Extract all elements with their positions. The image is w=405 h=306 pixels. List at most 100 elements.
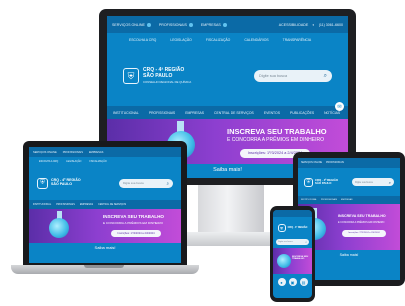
chat-icon[interactable]: ✉ — [335, 102, 344, 111]
menu-item[interactable]: INSTITUCIONAL — [301, 199, 317, 201]
menu-item[interactable]: CENTRAL DE SERVIÇOS — [98, 203, 126, 206]
search-icon[interactable]: ⌕ — [389, 180, 391, 185]
topbar-item-label[interactable]: EMPRESAS — [89, 151, 103, 154]
logo-line2: SÃO PAULO — [143, 72, 173, 79]
menu-item[interactable]: PROFISSIONAIS — [149, 111, 175, 115]
topbar-dot-icon — [188, 22, 193, 27]
menu-item[interactable]: EMPRESAS — [185, 111, 204, 115]
menu-item[interactable]: EMPRESAS — [80, 203, 93, 206]
desktop-header: ⛨ CRQ - 4ª REGIÃO SÃO PAULO CONSELHO REG… — [107, 46, 348, 106]
monitor-stand-base — [180, 232, 280, 246]
search-icon[interactable]: ⌕ — [324, 73, 327, 80]
logo-line1: CRQ - 4ª REGIÃO — [287, 225, 308, 229]
search-input[interactable]: Digite sua busca ⌕ — [276, 239, 309, 245]
subnav-item[interactable]: TRANSPARÊNCIA — [283, 38, 312, 42]
topbar-item-empresas[interactable]: EMPRESAS — [200, 22, 227, 27]
device-mockup-stage: SERVIÇOS ONLINE PROFISSIONAIS EMPRESAS A… — [0, 0, 405, 306]
search-placeholder: Digite sua busca — [278, 241, 293, 243]
flask-icon — [277, 254, 291, 268]
banner-cta-button[interactable]: Inscrições: 1º/3/2024 a 2/4/2024 — [111, 230, 161, 237]
search-icon[interactable]: ⌕ — [305, 240, 307, 244]
site-logo[interactable]: ⛨ CRQ - 4ª REGIÃO — [277, 224, 308, 232]
topbar-item-profissionais[interactable]: PROFISSIONAIS — [158, 22, 193, 27]
site-logo[interactable]: ⛨ CRQ - 4ª REGIÃO SÃO PAULO — [304, 177, 338, 187]
laptop-notch — [84, 265, 124, 268]
search-input[interactable]: Digite sua busca ⌕ — [119, 178, 173, 188]
subnav-item[interactable]: ESCOLHA A CRQ — [39, 160, 58, 163]
saiba-mais-link[interactable]: Saiba mais! — [29, 243, 181, 253]
topbar-item-label[interactable]: PROFISSIONAIS — [326, 162, 344, 164]
smartphone: ⛨ CRQ - 4ª REGIÃO Digite sua busca ⌕ INS… — [270, 206, 315, 302]
accessibility-link[interactable]: ACESSIBILIDADE — [279, 23, 309, 27]
menu-item[interactable]: INSTITUCIONAL — [33, 203, 51, 206]
logo-line2: SÃO PAULO — [315, 181, 332, 185]
logo-tagline: CONSELHO REGIONAL DE QUÍMICA — [143, 79, 192, 84]
building-icon[interactable]: ▣ — [288, 278, 297, 286]
laptop-main-menu: INSTITUCIONAL PROFISSIONAIS EMPRESAS CEN… — [29, 200, 181, 209]
topbar-dot-icon — [146, 22, 151, 27]
menu-item[interactable]: INSTITUCIONAL — [113, 111, 139, 115]
shield-logo-icon: ⛨ — [123, 68, 139, 84]
person-icon[interactable]: ● — [277, 278, 286, 286]
search-input[interactable]: Digite sua busca ⌕ — [352, 178, 394, 186]
menu-item[interactable]: PUBLICAÇÕES — [290, 111, 314, 115]
topbar-item-label[interactable]: SERVIÇOS ONLINE — [33, 151, 57, 154]
banner-title: INSCREVA SEU TRABALHO — [103, 214, 164, 219]
document-icon[interactable]: ▤ — [299, 278, 308, 286]
menu-item[interactable]: NOTÍCIAS — [324, 111, 340, 115]
banner-title: INSCREVA SEU TRABALHO — [338, 214, 386, 218]
shield-logo-icon: ⛨ — [37, 177, 48, 189]
logo-line2: SÃO PAULO — [51, 182, 73, 186]
phone-header: ⛨ CRQ - 4ª REGIÃO — [273, 217, 312, 239]
laptop-screen: SERVIÇOS ONLINE PROFISSIONAIS EMPRESAS E… — [29, 147, 181, 263]
subnav-item[interactable]: FISCALIZAÇÃO — [89, 160, 106, 163]
shield-logo-icon: ⛨ — [304, 177, 313, 187]
menu-item[interactable]: PROFISSIONAIS — [321, 199, 337, 201]
topbar-item-label: PROFISSIONAIS — [158, 22, 187, 27]
menu-item[interactable]: PROFISSIONAIS — [56, 203, 75, 206]
subnav-item[interactable]: LEGISLAÇÃO — [66, 160, 81, 163]
topbar-item-label: SERVIÇOS ONLINE — [112, 22, 145, 27]
banner-subtitle: E CONCORRA A PRÊMIOS EM DINHEIRO — [338, 221, 385, 224]
desktop-main-menu: INSTITUCIONAL PROFISSIONAIS EMPRESAS CEN… — [107, 106, 348, 119]
topbar-item-label[interactable]: PROFISSIONAIS — [63, 151, 83, 154]
search-icon[interactable]: ⌕ — [166, 181, 169, 186]
monitor-stand-neck — [198, 185, 264, 235]
banner-title: INSCREVA SEU TRABALHO — [292, 256, 309, 261]
site-logo[interactable]: ⛨ CRQ - 4ª REGIÃO SÃO PAULO — [37, 177, 81, 189]
laptop-hero-banner[interactable]: INSCREVA SEU TRABALHO E CONCORRA A PRÊMI… — [29, 209, 181, 243]
phone-topbar — [273, 210, 312, 217]
desktop-subnav: ESCOLHA A CRQ LEGISLAÇÃO FISCALIZAÇÃO CA… — [107, 33, 348, 46]
laptop-header: ⛨ CRQ - 4ª REGIÃO SÃO PAULO Digite sua b… — [29, 166, 181, 200]
menu-item[interactable]: EVENTOS — [264, 111, 280, 115]
contrast-icon[interactable]: ◐ — [312, 22, 314, 27]
topbar-item-label[interactable]: SERVIÇOS ONLINE — [301, 162, 322, 164]
site-logo[interactable]: ⛨ CRQ - 4ª REGIÃO SÃO PAULO CONSELHO REG… — [123, 67, 192, 84]
phone-hero-banner[interactable]: INSCREVA SEU TRABALHO — [273, 248, 312, 274]
search-input[interactable]: Digite sua busca ⌕ — [254, 70, 332, 82]
laptop-subnav: ESCOLHA A CRQ LEGISLAÇÃO FISCALIZAÇÃO — [29, 157, 181, 166]
desktop-topbar: SERVIÇOS ONLINE PROFISSIONAIS EMPRESAS A… — [107, 16, 348, 33]
menu-item[interactable]: CENTRAL DE SERVIÇOS — [214, 111, 254, 115]
topbar-item-servicos[interactable]: SERVIÇOS ONLINE — [112, 22, 151, 27]
subnav-item[interactable]: ESCOLHA A CRQ — [129, 38, 156, 42]
phone-number: (11) 3061-6600 — [318, 22, 343, 27]
tablet-header: ⛨ CRQ - 4ª REGIÃO SÃO PAULO Digite sua b… — [298, 168, 400, 196]
banner-title: INSCREVA SEU TRABALHO — [227, 127, 327, 136]
banner-subtitle: E CONCORRA A PRÊMIOS EM DINHEIRO — [103, 221, 163, 225]
shield-logo-icon: ⛨ — [277, 224, 286, 232]
tablet-main-menu: INSTITUCIONAL PROFISSIONAIS EMPRESAS — [298, 196, 400, 204]
search-placeholder: Digite sua busca — [123, 181, 144, 185]
phone-screen: ⛨ CRQ - 4ª REGIÃO Digite sua busca ⌕ INS… — [273, 210, 312, 298]
laptop: SERVIÇOS ONLINE PROFISSIONAIS EMPRESAS E… — [23, 141, 187, 265]
topbar-dot-icon — [222, 22, 227, 27]
tablet-topbar: SERVIÇOS ONLINE PROFISSIONAIS — [298, 158, 400, 168]
menu-item[interactable]: EMPRESAS — [341, 199, 353, 201]
subnav-item[interactable]: FISCALIZAÇÃO — [206, 38, 231, 42]
topbar-item-label: EMPRESAS — [200, 22, 221, 27]
banner-cta-button[interactable]: Inscrições: 1º/3/2024 a 2/4/2024 — [342, 230, 386, 237]
subnav-item[interactable]: CALENDÁRIOS — [244, 38, 268, 42]
search-placeholder: Digite sua busca — [259, 74, 288, 78]
phone-quick-icons: ● ▣ ▤ — [273, 274, 312, 286]
subnav-item[interactable]: LEGISLAÇÃO — [170, 38, 191, 42]
